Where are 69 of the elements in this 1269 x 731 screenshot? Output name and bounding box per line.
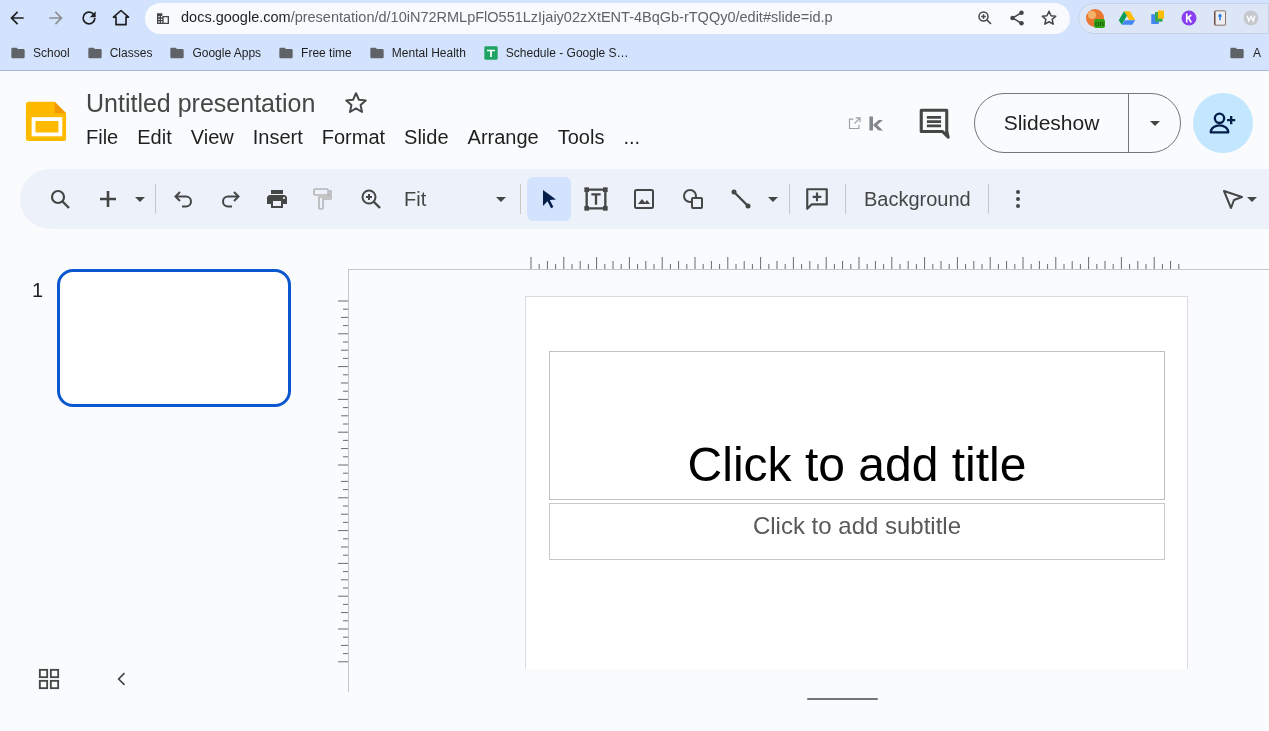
k-extension-icon[interactable] <box>1180 9 1198 27</box>
line-icon <box>729 187 753 211</box>
share-icon[interactable] <box>1008 9 1026 27</box>
caret-icon <box>496 196 506 202</box>
book-icon[interactable] <box>1211 9 1229 27</box>
select-tool-button[interactable] <box>527 177 571 221</box>
menu-item[interactable]: View <box>190 125 234 149</box>
title-placeholder[interactable]: Click to add title <box>549 351 1165 500</box>
slide[interactable]: Click to add title Click to add subtitle <box>525 296 1188 669</box>
folder-icon <box>86 45 103 61</box>
url-text: docs.google.com/presentation/d/10iN72RMLpFlO551LzIjaiy02zXtENT-4BqGb-rTQQy0/edit#slide=id.p <box>181 8 833 28</box>
bookmark[interactable]: Free time <box>278 44 352 62</box>
zoom-in-icon <box>359 187 383 211</box>
caret-icon <box>1149 120 1160 126</box>
folder-icon <box>10 45 26 61</box>
more-icon <box>1015 190 1020 208</box>
external-link-icon[interactable] <box>847 115 862 131</box>
folder-icon <box>368 45 385 61</box>
menu-item[interactable]: Insert <box>252 125 303 149</box>
star-icon[interactable] <box>1040 9 1058 27</box>
document-title[interactable]: Untitled presentation <box>86 88 316 118</box>
comment-icon[interactable] <box>917 106 951 140</box>
resize-handle[interactable] <box>807 698 878 700</box>
menu-item[interactable]: Edit <box>137 125 172 149</box>
triangle-logo-icon[interactable] <box>1118 9 1136 27</box>
zoom-dropdown[interactable]: Fit <box>396 181 510 217</box>
reload-icon[interactable] <box>79 8 99 28</box>
bookmark[interactable]: Schedule - Google S… <box>482 44 629 62</box>
k-logo-icon[interactable] <box>868 113 885 133</box>
menu-item[interactable]: Slide <box>404 125 449 149</box>
text-box-icon <box>582 185 610 213</box>
spreadsheet-icon <box>482 45 499 61</box>
share-button[interactable] <box>1193 93 1253 153</box>
menu-item[interactable]: File <box>86 125 119 149</box>
bookmark[interactable]: A <box>1229 44 1261 62</box>
slide-number: 1 <box>32 278 44 303</box>
image-icon <box>632 187 656 211</box>
subtitle-placeholder[interactable]: Click to add subtitle <box>549 503 1165 560</box>
slide-thumbnail[interactable] <box>57 269 292 407</box>
menu-item[interactable]: Arrange <box>467 125 539 149</box>
folder-icon <box>1229 45 1245 61</box>
zoom-icon[interactable] <box>976 9 994 27</box>
paint-roller-icon <box>310 187 334 211</box>
search-icon <box>48 187 72 211</box>
menu-item[interactable]: ... <box>623 125 641 149</box>
print-icon <box>265 187 289 211</box>
star-icon[interactable] <box>343 90 370 116</box>
pointer-icon <box>1221 187 1245 211</box>
bookmark[interactable]: School <box>10 44 70 62</box>
menu-item[interactable]: Tools <box>557 125 605 149</box>
address-bar[interactable]: docs.google.com/presentation/d/10iN72RMLpFlO551LzIjaiy02zXtENT-4BqGb-rTQQy0/edit#slide=id.p <box>145 2 1070 34</box>
home-icon[interactable] <box>111 8 131 28</box>
grid-view-icon[interactable] <box>38 668 60 690</box>
folder-icon <box>278 45 295 61</box>
extension-badge: on <box>1094 19 1105 28</box>
add-comment-icon <box>804 186 830 212</box>
caret-icon <box>768 196 778 202</box>
folder-icon <box>169 45 186 61</box>
caret-icon <box>135 196 145 202</box>
site-info-icon[interactable] <box>155 10 171 26</box>
shapes-icon <box>681 187 705 211</box>
background-button[interactable]: Background <box>854 181 981 217</box>
slideshow-button[interactable]: Slideshow <box>975 94 1128 152</box>
bookmark[interactable]: Google Apps <box>169 44 262 62</box>
bookmark[interactable]: Classes <box>86 44 153 62</box>
caret-icon <box>1247 196 1257 202</box>
menu-item[interactable]: Format <box>321 125 386 149</box>
bookmark[interactable]: Mental Health <box>368 44 466 62</box>
stacked-pages-icon[interactable] <box>1149 9 1167 27</box>
